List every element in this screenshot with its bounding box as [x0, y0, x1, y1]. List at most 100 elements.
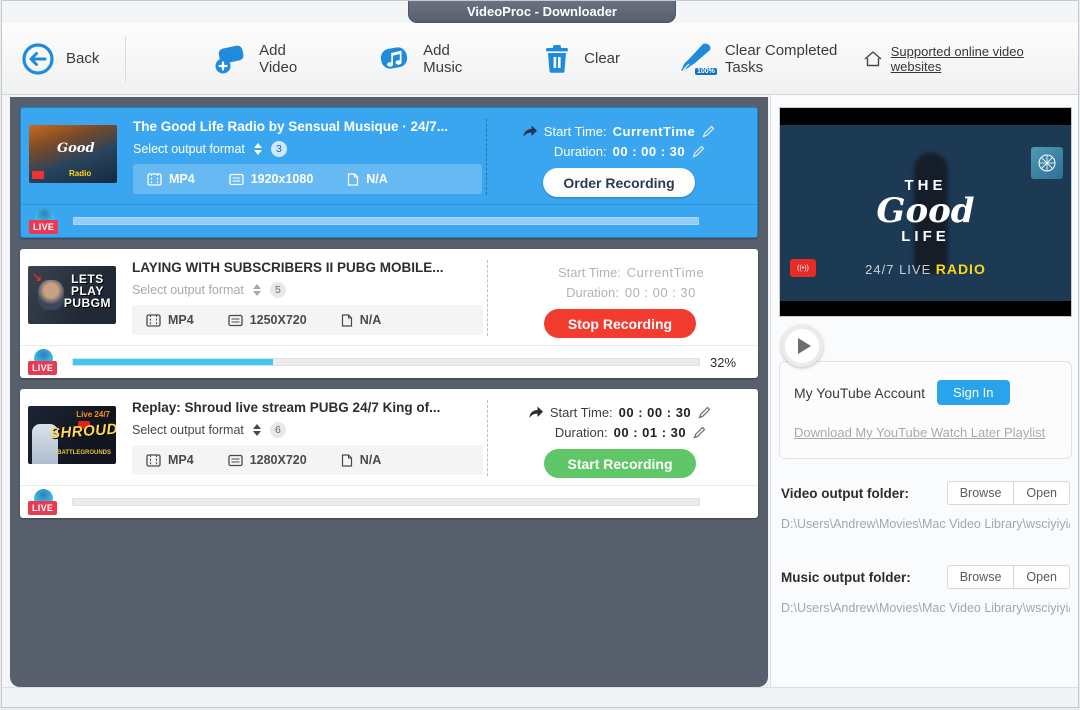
- start-time-value: CurrentTime: [613, 124, 696, 139]
- task-list-panel: Good Radio The Good Life Radio by Sensua…: [10, 97, 768, 687]
- brush-icon: 100%: [677, 42, 715, 76]
- resolution-icon: [229, 173, 244, 186]
- edit-pencil-icon[interactable]: [692, 425, 707, 440]
- status-bar: [2, 687, 1078, 707]
- add-music-button[interactable]: Add Music: [375, 42, 483, 76]
- task-2-format-select[interactable]: Select output format 5: [132, 282, 483, 298]
- live-badge: LIVE: [28, 349, 60, 375]
- back-label: Back: [66, 50, 99, 67]
- back-button[interactable]: Back: [20, 41, 99, 77]
- video-preview: THE Good LIFE 24/7 LIVE RADIO ((•)): [779, 107, 1072, 317]
- format-select-label: Select output format: [132, 283, 244, 297]
- thumb-text: Good: [57, 141, 95, 156]
- task-2-title: LAYING WITH SUBSCRIBERS II PUBG MOBILE..…: [132, 260, 483, 275]
- live-badge: LIVE: [28, 489, 60, 515]
- video-browse-button[interactable]: Browse: [947, 481, 1014, 505]
- task-1-format-info: MP4 1920x1080 N/A: [133, 164, 482, 194]
- task-card-3[interactable]: Live 24/7 SHROUD BATTLEGROUNDS Replay: S…: [20, 389, 758, 518]
- resolution-value: 1280X720: [250, 453, 307, 467]
- music-open-button[interactable]: Open: [1013, 565, 1070, 589]
- add-video-button[interactable]: Add Video: [211, 42, 318, 76]
- clear-completed-label: Clear Completed Tasks: [725, 42, 863, 76]
- resolution-value: 1920x1080: [251, 172, 314, 186]
- preview-live-text: 24/7 LIVE: [865, 262, 931, 277]
- size-value: N/A: [360, 313, 382, 327]
- resolution-icon: [228, 314, 243, 327]
- clear-button[interactable]: Clear: [540, 42, 620, 76]
- music-output-folder-section: Music output folder: Browse Open D:\User…: [779, 565, 1072, 615]
- clear-label: Clear: [584, 50, 620, 67]
- video-folder-label: Video output folder:: [781, 486, 947, 501]
- start-time-label: Start Time:: [544, 124, 607, 139]
- app-window: VideoProc - Downloader Back Add Video Ad…: [1, 0, 1079, 708]
- task-card-2[interactable]: ↘ LETSPLAYPUBGM LAYING WITH SUBSCRIBERS …: [20, 249, 758, 378]
- start-time-value: CurrentTime: [627, 265, 704, 280]
- progress-label: 32%: [710, 355, 744, 370]
- duration-label: Duration:: [566, 285, 619, 300]
- card-divider: [487, 260, 488, 336]
- toolbar-separator: [125, 36, 126, 82]
- task-card-1[interactable]: Good Radio The Good Life Radio by Sensua…: [20, 107, 758, 238]
- sort-arrows-icon: [254, 143, 262, 155]
- film-icon: [146, 314, 161, 327]
- duration-label: Duration:: [555, 425, 608, 440]
- format-select-label: Select output format: [132, 423, 244, 437]
- stop-recording-button[interactable]: Stop Recording: [544, 309, 696, 338]
- order-recording-button[interactable]: Order Recording: [543, 168, 695, 197]
- add-video-icon: [211, 42, 249, 76]
- edit-pencil-icon[interactable]: [701, 124, 716, 139]
- sort-arrows-icon: [253, 284, 261, 296]
- supported-sites-link[interactable]: Supported online video websites: [863, 44, 1060, 74]
- sign-in-button[interactable]: Sign In: [937, 380, 1009, 405]
- home-icon: [863, 50, 883, 68]
- size-value: N/A: [360, 453, 382, 467]
- resolution-value: 1250X720: [250, 313, 307, 327]
- video-folder-path: D:\Users\Andrew\Movies\Mac Video Library…: [781, 517, 1070, 531]
- card-divider: [487, 400, 488, 476]
- music-browse-button[interactable]: Browse: [947, 565, 1014, 589]
- toolbar: Back Add Video Add Music Clear: [2, 23, 1078, 95]
- card-divider: [486, 119, 487, 195]
- add-video-label: Add Video: [259, 42, 318, 76]
- edit-pencil-icon[interactable]: [697, 405, 712, 420]
- play-button[interactable]: [781, 325, 823, 367]
- live-badge: LIVE: [29, 208, 61, 234]
- task-3-format-select[interactable]: Select output format 6: [132, 422, 483, 438]
- task-3-title: Replay: Shroud live stream PUBG 24/7 Kin…: [132, 400, 483, 415]
- broadcast-icon: ((•)): [790, 259, 816, 277]
- brush-badge: 100%: [695, 68, 717, 75]
- window-title: VideoProc - Downloader: [408, 1, 676, 23]
- file-icon: [341, 314, 353, 327]
- preview-image: THE Good LIFE 24/7 LIVE RADIO ((•)): [780, 125, 1071, 301]
- duration-value: 00 : 01 : 30: [614, 425, 687, 440]
- youtube-account-box: My YouTube Account Sign In Download My Y…: [779, 361, 1072, 459]
- start-time-label: Start Time:: [550, 405, 613, 420]
- format-value: MP4: [169, 172, 195, 186]
- detail-panel: THE Good LIFE 24/7 LIVE RADIO ((•)): [770, 95, 1078, 689]
- video-open-button[interactable]: Open: [1013, 481, 1070, 505]
- duration-value: 00 : 00 : 30: [625, 285, 696, 300]
- youtube-account-label: My YouTube Account: [794, 385, 925, 401]
- format-value: MP4: [168, 453, 194, 467]
- edit-pencil-icon[interactable]: [691, 144, 706, 159]
- play-icon: [798, 338, 811, 354]
- format-count-badge: 3: [271, 141, 287, 157]
- task-1-title: The Good Life Radio by Sensual Musique ·…: [133, 119, 482, 134]
- clear-completed-button[interactable]: 100% Clear Completed Tasks: [677, 42, 863, 76]
- music-folder-path: D:\Users\Andrew\Movies\Mac Video Library…: [781, 601, 1070, 615]
- preview-title-script: Good: [780, 194, 1071, 228]
- preview-title-bottom: LIFE: [780, 228, 1071, 245]
- start-recording-button[interactable]: Start Recording: [544, 449, 696, 478]
- progress-bar: [72, 358, 700, 366]
- forward-arrow-icon: [528, 405, 544, 419]
- back-icon: [20, 41, 56, 77]
- size-value: N/A: [366, 172, 388, 186]
- format-count-badge: 5: [270, 282, 286, 298]
- trash-icon: [540, 42, 574, 76]
- duration-label: Duration:: [554, 144, 607, 159]
- film-icon: [146, 454, 161, 467]
- watch-later-link[interactable]: Download My YouTube Watch Later Playlist: [794, 425, 1045, 440]
- task-1-format-select[interactable]: Select output format 3: [133, 141, 482, 157]
- task-2-format-info: MP4 1250X720 N/A: [132, 305, 483, 335]
- task-3-format-info: MP4 1280X720 N/A: [132, 445, 483, 475]
